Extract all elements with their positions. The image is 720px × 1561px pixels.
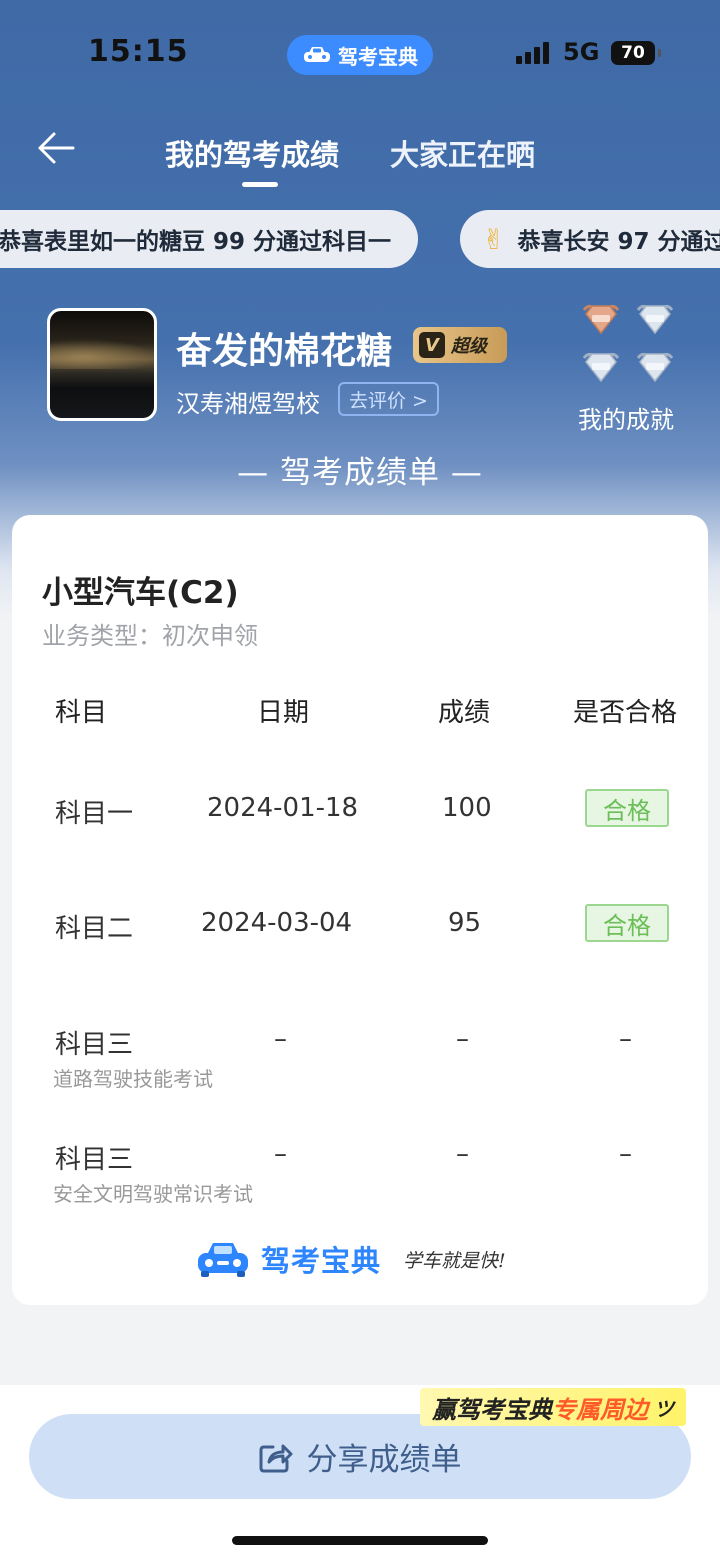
victory-hand-icon: ✌ bbox=[482, 222, 506, 256]
share-button-label: 分享成绩单 bbox=[306, 1442, 462, 1478]
row-score: 95 bbox=[448, 908, 482, 938]
network-label: 5G bbox=[563, 38, 600, 66]
license-type: 小型汽车(C2) bbox=[42, 575, 239, 611]
row-subject-note: 安全文明驾驶常识考试 bbox=[53, 1182, 253, 1206]
vip-badge[interactable]: V 超级 bbox=[413, 327, 507, 363]
user-nickname: 奋发的棉花糖 bbox=[176, 331, 393, 372]
avatar[interactable] bbox=[47, 308, 157, 421]
row-subject-note: 道路驾驶技能考试 bbox=[53, 1067, 213, 1091]
app-indicator-label: 驾考宝典 bbox=[338, 44, 418, 69]
row-score: – bbox=[456, 1139, 469, 1169]
share-icon bbox=[259, 1444, 292, 1472]
vip-v-icon: V bbox=[419, 332, 445, 358]
congrats-banner: 恭喜表里如一的糖豆 99 分通过科目一 bbox=[0, 210, 418, 268]
row-result: – bbox=[619, 1139, 632, 1169]
promo-badge[interactable]: 赢驾考宝典 专属周边 ツ bbox=[420, 1388, 686, 1426]
header-score: 成绩 bbox=[438, 698, 491, 728]
row-subject: 科目一 bbox=[55, 799, 134, 829]
row-date: – bbox=[274, 1024, 287, 1054]
row-subject: 科目三 bbox=[55, 1145, 134, 1175]
achievement-medals[interactable] bbox=[580, 302, 680, 386]
battery-level: 70 bbox=[621, 43, 645, 63]
row-score: – bbox=[456, 1024, 469, 1054]
signal-icon bbox=[516, 42, 549, 64]
header-date: 日期 bbox=[257, 698, 310, 728]
car-icon bbox=[304, 47, 330, 62]
silver-medal-icon bbox=[582, 352, 620, 383]
brand-footer: 驾考宝典 学车就是快! bbox=[195, 1238, 506, 1280]
back-arrow-icon[interactable] bbox=[36, 130, 76, 166]
brand-name: 驾考宝典 bbox=[261, 1244, 382, 1278]
business-type: 业务类型：初次申领 bbox=[42, 622, 258, 650]
bronze-medal-icon bbox=[582, 304, 620, 335]
achievements-link[interactable]: 我的成就 bbox=[578, 400, 674, 435]
header-subject: 科目 bbox=[55, 698, 108, 728]
promo-text-win: 赢驾考宝典 bbox=[432, 1395, 552, 1424]
header-pass: 是否合格 bbox=[573, 698, 678, 728]
active-tab-indicator bbox=[242, 182, 278, 187]
promo-text-merch: 专属周边 bbox=[552, 1395, 648, 1424]
pass-badge: 合格 bbox=[585, 904, 669, 942]
score-sheet-title: — 驾考成绩单 — bbox=[237, 455, 483, 491]
driving-school-name: 汉寿湘煜驾校 bbox=[176, 390, 320, 418]
promo-deco: ツ bbox=[654, 1396, 674, 1421]
brand-car-icon bbox=[198, 1243, 248, 1277]
tab-everyone-sharing[interactable]: 大家正在晒 bbox=[390, 132, 535, 174]
congrats-text: 恭喜表里如一的糖豆 99 分通过科目一 bbox=[0, 229, 392, 255]
share-score-button[interactable]: 分享成绩单 bbox=[29, 1414, 691, 1499]
row-subject: 科目二 bbox=[55, 914, 134, 944]
pass-badge: 合格 bbox=[585, 789, 669, 827]
tab-my-scores[interactable]: 我的驾考成绩 bbox=[165, 132, 339, 174]
rate-school-button[interactable]: 去评价 > bbox=[338, 382, 439, 416]
row-score: 100 bbox=[442, 793, 492, 823]
battery-icon: 70 bbox=[611, 41, 661, 65]
brand-slogan: 学车就是快! bbox=[403, 1249, 506, 1272]
status-time: 15:15 bbox=[88, 34, 189, 69]
row-date: 2024-01-18 bbox=[207, 793, 359, 823]
row-subject: 科目三 bbox=[55, 1030, 134, 1060]
row-date: – bbox=[274, 1139, 287, 1169]
silver-medal-icon bbox=[636, 304, 674, 335]
congrats-banner: ✌ 恭喜长安 97 分通过 bbox=[460, 210, 720, 268]
row-date: 2024-03-04 bbox=[201, 908, 353, 938]
row-result: – bbox=[619, 1024, 632, 1054]
silver-medal-icon bbox=[636, 352, 674, 383]
home-indicator bbox=[232, 1536, 488, 1545]
vip-badge-label: 超级 bbox=[451, 336, 487, 357]
congrats-text: 恭喜长安 97 分通过 bbox=[517, 229, 720, 255]
app-indicator-pill: 驾考宝典 bbox=[287, 35, 433, 75]
